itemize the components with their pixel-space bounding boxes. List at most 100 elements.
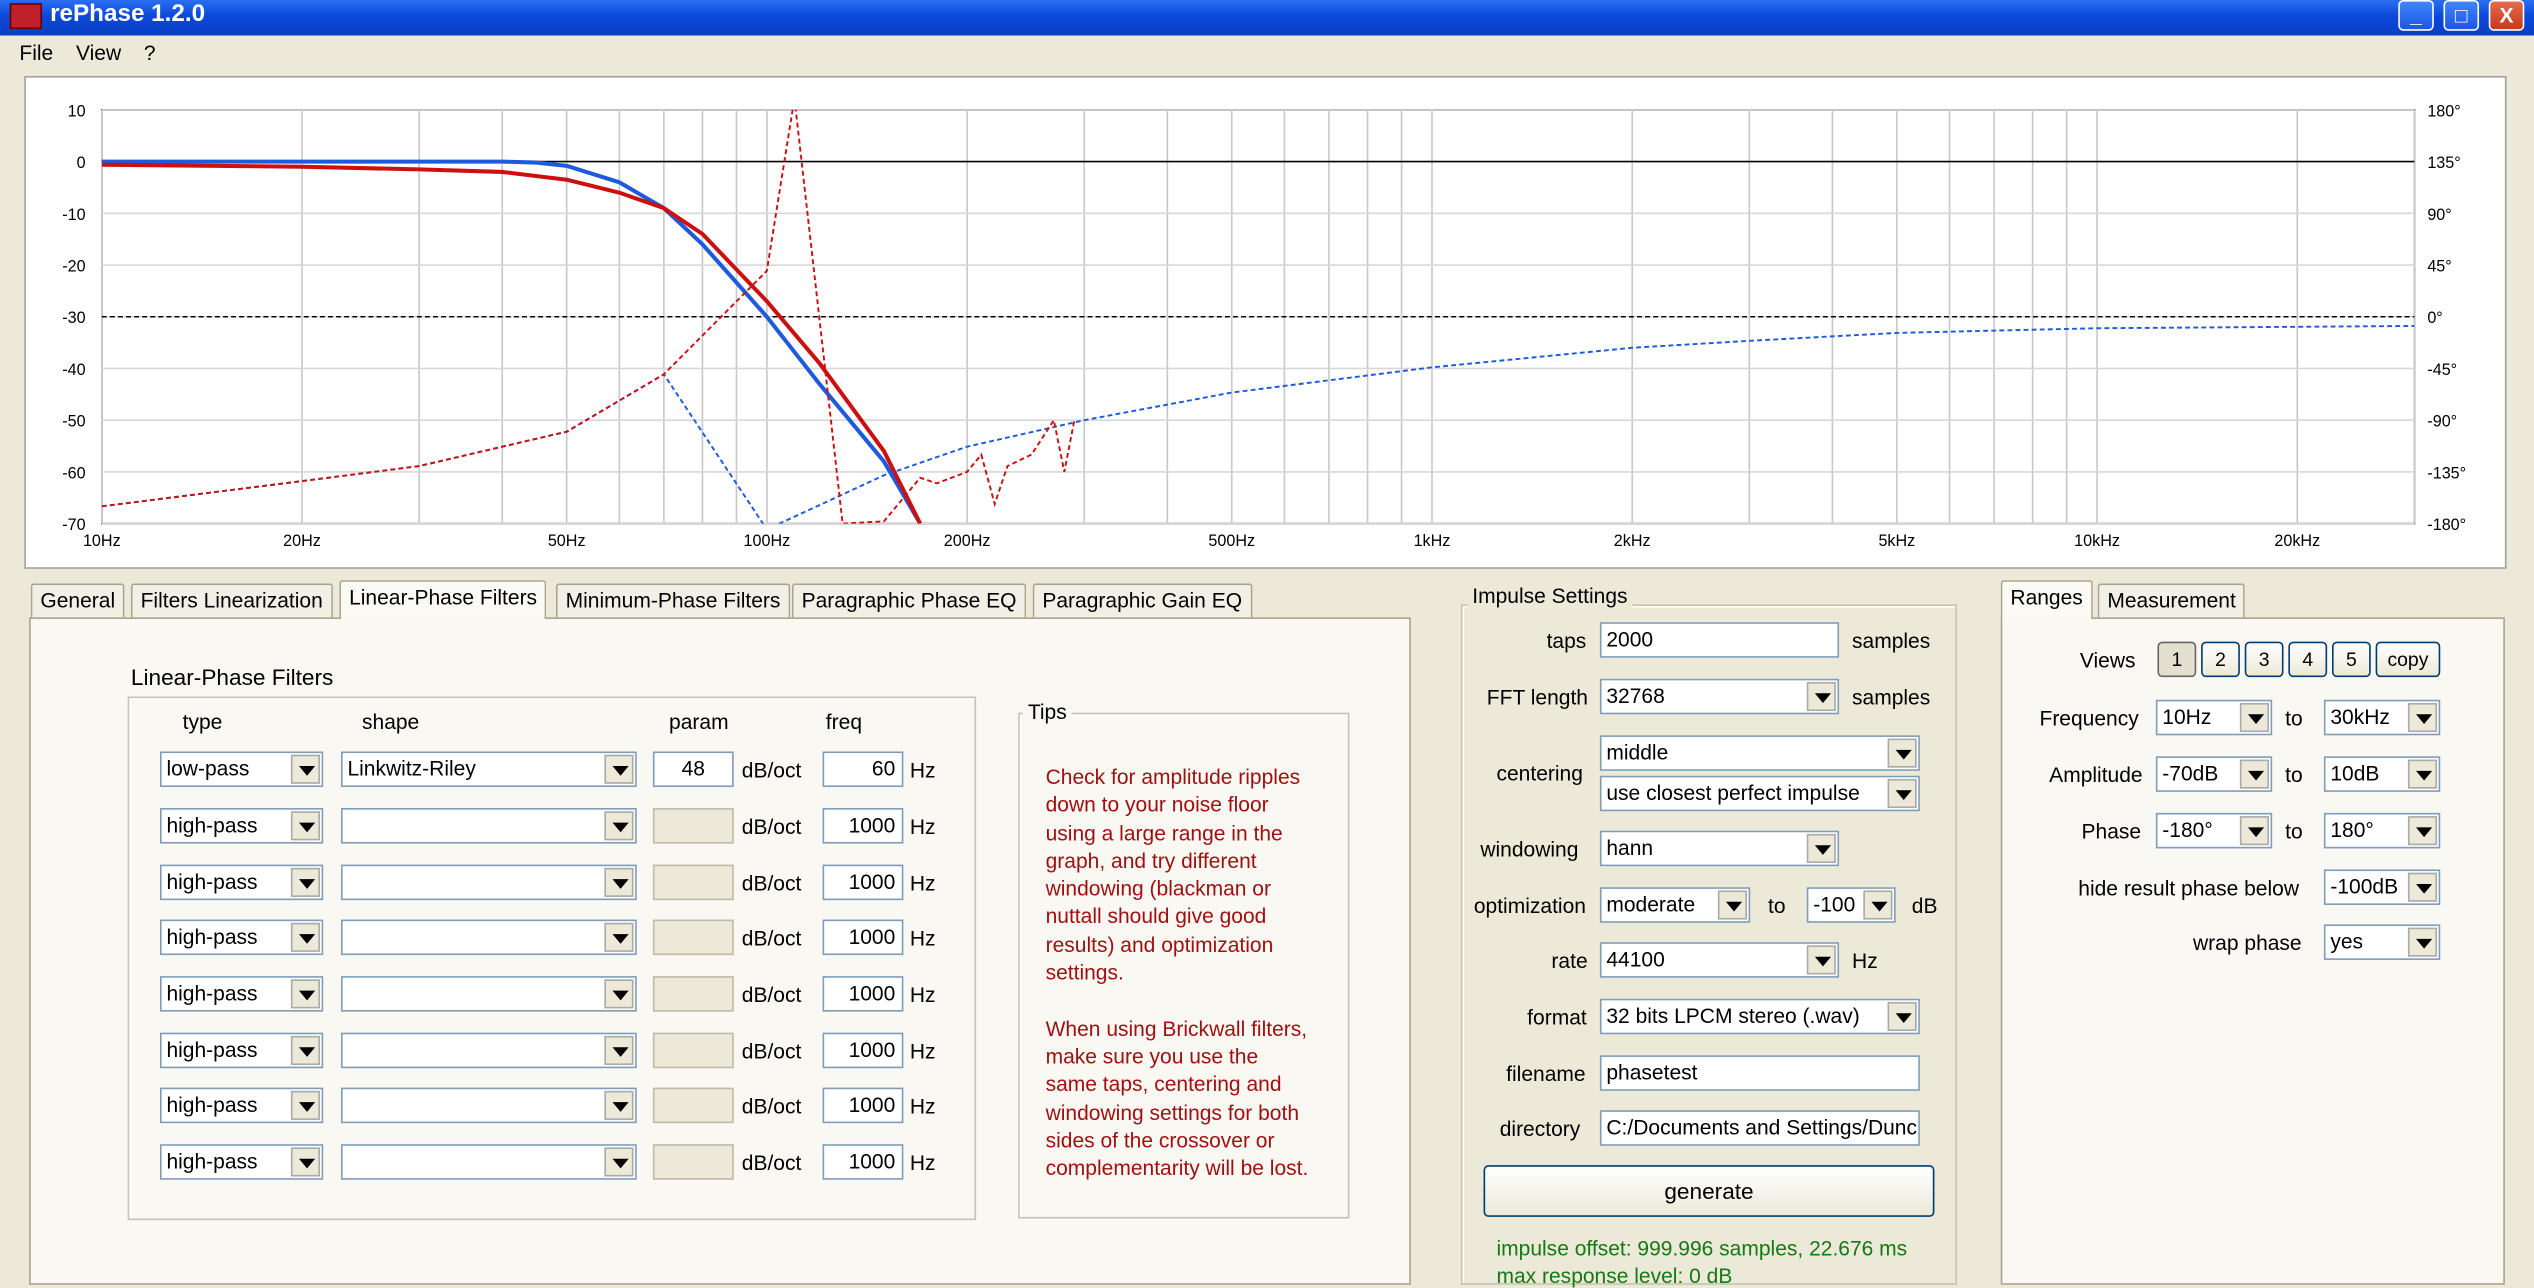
tab-paragraphic-phase-eq[interactable]: Paragraphic Phase EQ [791, 583, 1027, 619]
x-tick-label: 500Hz [1208, 532, 1255, 550]
tab-general[interactable]: General [30, 583, 125, 619]
filter-type-value: high-pass [166, 812, 258, 838]
freq-to-select[interactable]: 30kHz [2323, 699, 2441, 736]
wrap-phase-select[interactable]: yes [2323, 924, 2441, 960]
windowing-value: hann [1606, 835, 1654, 860]
filter-type-select[interactable]: high-pass [159, 864, 324, 901]
filter-param-input[interactable] [652, 808, 734, 844]
tab-filters-linearization[interactable]: Filters Linearization [130, 583, 333, 619]
fft-label: FFT length [1486, 685, 1588, 710]
param-unit-label: dB/oct [741, 1150, 802, 1175]
filter-freq-input[interactable]: 1000 [822, 864, 904, 901]
filter-param-input[interactable] [652, 1144, 734, 1180]
view-button-5[interactable]: 5 [2331, 641, 2371, 678]
hide-phase-select[interactable]: -100dB [2323, 869, 2441, 905]
filter-shape-select[interactable] [340, 1087, 637, 1124]
response-graph[interactable]: 10Hz 20Hz 50Hz 100Hz 200Hz 500Hz 1kHz 2kHz 5kHz 1… [24, 75, 2507, 569]
view-button-3[interactable]: 3 [2244, 641, 2284, 678]
tab-minimum-phase-filters[interactable]: Minimum-Phase Filters [555, 583, 791, 619]
tab-measurement[interactable]: Measurement [2097, 583, 2246, 619]
taps-input[interactable]: 2000 [1599, 622, 1840, 658]
amp-from-select[interactable]: -70dB [2155, 756, 2273, 792]
param-unit-label: dB/oct [741, 871, 802, 896]
close-button[interactable]: X [2488, 0, 2525, 31]
rate-select[interactable]: 44100 [1599, 942, 1840, 978]
maximize-button[interactable]: □ [2443, 0, 2480, 31]
filter-param-input[interactable] [652, 919, 734, 956]
x-tick-label: 10kHz [2074, 532, 2120, 550]
amp-to-select[interactable]: 10dB [2323, 756, 2441, 792]
generate-button[interactable]: generate [1483, 1165, 1935, 1217]
filter-shape-select[interactable] [340, 976, 637, 1012]
chevron-down-icon [2239, 816, 2269, 846]
filter-type-select[interactable]: high-pass [159, 1032, 324, 1069]
filter-shape-select[interactable] [340, 864, 637, 901]
filter-shape-select[interactable] [340, 919, 637, 956]
filter-type-value: high-pass [166, 924, 258, 949]
taps-label: taps [1546, 628, 1587, 653]
centering-mode-select[interactable]: use closest perfect impulse [1599, 775, 1920, 812]
header-param: param [669, 709, 729, 734]
window-title: rePhase 1.2.0 [50, 0, 206, 28]
windowing-select[interactable]: hann [1599, 830, 1840, 867]
filter-shape-select[interactable]: Linkwitz-Riley [340, 751, 637, 788]
filter-type-select[interactable]: high-pass [159, 808, 324, 844]
fft-select[interactable]: 32768 [1599, 678, 1840, 715]
filter-freq-input[interactable]: 1000 [822, 976, 904, 1012]
optimization-db-select[interactable]: -100 [1806, 887, 1896, 923]
optimization-db-unit: dB [1911, 893, 1938, 918]
optimization-label: optimization [1473, 893, 1586, 918]
phase-to-select[interactable]: 180° [2323, 812, 2441, 849]
centering-select[interactable]: middle [1599, 735, 1920, 771]
filename-input[interactable]: phasetest [1599, 1055, 1920, 1091]
filter-freq-input[interactable]: 1000 [822, 1087, 904, 1124]
header-freq: freq [825, 709, 863, 734]
view-button-2[interactable]: 2 [2201, 641, 2240, 678]
views-label: Views [2079, 648, 2136, 673]
minimize-button[interactable]: _ [2398, 0, 2434, 31]
filter-type-value: high-pass [166, 1149, 258, 1174]
copy-view-button[interactable]: copy [2375, 641, 2441, 678]
param-unit-label: dB/oct [741, 1039, 802, 1064]
filter-param-input[interactable] [652, 864, 734, 901]
filter-freq-input[interactable]: 1000 [822, 919, 904, 956]
view-button-4[interactable]: 4 [2288, 641, 2328, 678]
tab-ranges[interactable]: Ranges [2000, 580, 2093, 619]
directory-input[interactable]: C:/Documents and Settings/Dunc [1599, 1110, 1920, 1146]
y-tick-label: -30 [62, 309, 85, 327]
filter-shape-select[interactable] [340, 808, 637, 844]
filter-param-input[interactable] [652, 1032, 734, 1069]
optimization-select[interactable]: moderate [1599, 887, 1751, 923]
format-select[interactable]: 32 bits LPCM stereo (.wav) [1599, 998, 1920, 1035]
menu-help[interactable]: ? [144, 40, 156, 64]
filter-param-input[interactable] [652, 976, 734, 1012]
menu-view[interactable]: View [76, 40, 121, 64]
freq-unit-label: Hz [909, 982, 936, 1007]
x-tick-label: 100Hz [744, 532, 791, 550]
filter-type-select[interactable]: high-pass [159, 976, 324, 1012]
filter-param-input[interactable]: 48 [652, 751, 734, 788]
menu-file[interactable]: File [19, 40, 53, 64]
filter-param-input[interactable] [652, 1087, 734, 1124]
filter-freq-input[interactable]: 1000 [822, 808, 904, 844]
freq-from-select[interactable]: 10Hz [2155, 699, 2273, 736]
tab-paragraphic-gain-eq[interactable]: Paragraphic Gain EQ [1032, 583, 1252, 619]
filter-freq-input[interactable]: 1000 [822, 1144, 904, 1180]
amp-to-label: to [2285, 762, 2303, 788]
filter-freq-input[interactable]: 1000 [822, 1032, 904, 1069]
filter-shape-select[interactable] [340, 1032, 637, 1069]
phase-from-select[interactable]: -180° [2155, 812, 2273, 849]
filter-shape-select[interactable] [340, 1144, 637, 1180]
windowing-label: windowing [1480, 837, 1579, 862]
tab-linear-phase-filters[interactable]: Linear-Phase Filters [339, 580, 547, 619]
filter-type-select[interactable]: high-pass [159, 919, 324, 956]
y-tick-label: -10 [62, 206, 85, 224]
filter-type-select[interactable]: low-pass [159, 751, 324, 788]
filter-freq-input[interactable]: 60 [822, 751, 904, 788]
filter-type-select[interactable]: high-pass [159, 1087, 324, 1124]
y-tick-label: 0 [77, 154, 86, 172]
chevron-down-icon [290, 1147, 320, 1177]
filter-type-select[interactable]: high-pass [159, 1144, 324, 1180]
view-button-1[interactable]: 1 [2157, 641, 2197, 678]
chevron-down-icon [604, 1147, 634, 1177]
